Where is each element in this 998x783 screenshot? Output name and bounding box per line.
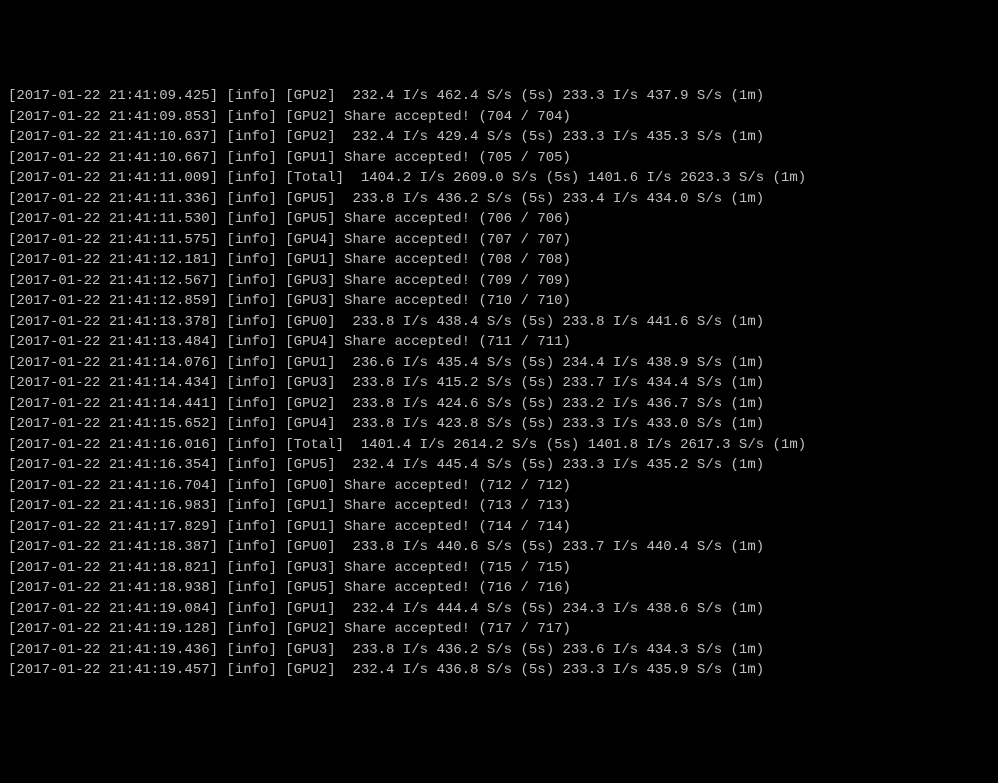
log-line: [2017-01-22 21:41:18.938] [info] [GPU5] … — [8, 578, 990, 599]
log-line: [2017-01-22 21:41:12.567] [info] [GPU3] … — [8, 271, 990, 292]
log-line: [2017-01-22 21:41:17.829] [info] [GPU1] … — [8, 517, 990, 538]
log-line: [2017-01-22 21:41:09.853] [info] [GPU2] … — [8, 107, 990, 128]
log-line: [2017-01-22 21:41:10.667] [info] [GPU1] … — [8, 148, 990, 169]
log-line: [2017-01-22 21:41:11.575] [info] [GPU4] … — [8, 230, 990, 251]
log-line: [2017-01-22 21:41:16.354] [info] [GPU5] … — [8, 455, 990, 476]
log-line: [2017-01-22 21:41:12.181] [info] [GPU1] … — [8, 250, 990, 271]
log-line: [2017-01-22 21:41:12.859] [info] [GPU3] … — [8, 291, 990, 312]
log-line: [2017-01-22 21:41:11.009] [info] [Total]… — [8, 168, 990, 189]
log-line: [2017-01-22 21:41:09.425] [info] [GPU2] … — [8, 86, 990, 107]
log-line: [2017-01-22 21:41:18.821] [info] [GPU3] … — [8, 558, 990, 579]
log-line: [2017-01-22 21:41:13.378] [info] [GPU0] … — [8, 312, 990, 333]
log-line: [2017-01-22 21:41:16.983] [info] [GPU1] … — [8, 496, 990, 517]
log-line: [2017-01-22 21:41:16.016] [info] [Total]… — [8, 435, 990, 456]
log-line: [2017-01-22 21:41:16.704] [info] [GPU0] … — [8, 476, 990, 497]
log-line: [2017-01-22 21:41:14.434] [info] [GPU3] … — [8, 373, 990, 394]
log-line: [2017-01-22 21:41:19.436] [info] [GPU3] … — [8, 640, 990, 661]
log-line: [2017-01-22 21:41:18.387] [info] [GPU0] … — [8, 537, 990, 558]
log-line: [2017-01-22 21:41:19.084] [info] [GPU1] … — [8, 599, 990, 620]
log-line: [2017-01-22 21:41:11.530] [info] [GPU5] … — [8, 209, 990, 230]
log-line: [2017-01-22 21:41:15.652] [info] [GPU4] … — [8, 414, 990, 435]
log-line: [2017-01-22 21:41:19.128] [info] [GPU2] … — [8, 619, 990, 640]
log-line: [2017-01-22 21:41:11.336] [info] [GPU5] … — [8, 189, 990, 210]
log-line: [2017-01-22 21:41:13.484] [info] [GPU4] … — [8, 332, 990, 353]
terminal-output: [2017-01-22 21:41:09.425] [info] [GPU2] … — [8, 86, 990, 681]
log-line: [2017-01-22 21:41:19.457] [info] [GPU2] … — [8, 660, 990, 681]
log-line: [2017-01-22 21:41:14.441] [info] [GPU2] … — [8, 394, 990, 415]
log-line: [2017-01-22 21:41:10.637] [info] [GPU2] … — [8, 127, 990, 148]
log-line: [2017-01-22 21:41:14.076] [info] [GPU1] … — [8, 353, 990, 374]
